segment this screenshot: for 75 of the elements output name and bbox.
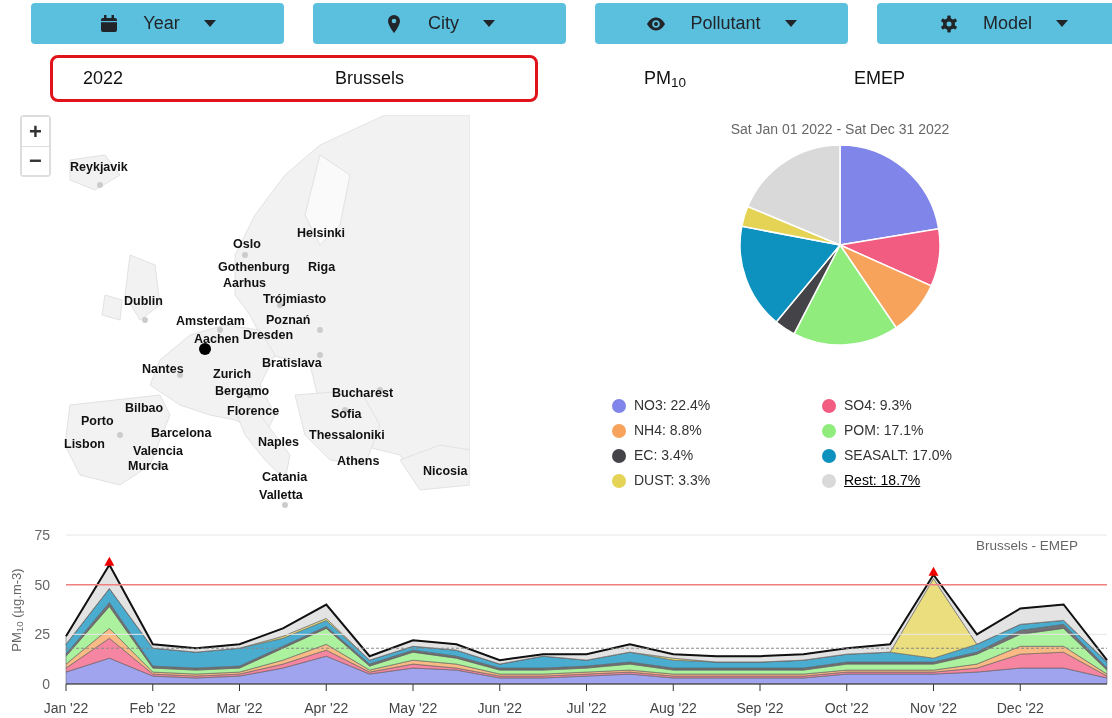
city-label[interactable]: Barcelona <box>151 426 212 440</box>
city-label[interactable]: Catania <box>262 470 308 484</box>
axis-label: Mar '22 <box>216 700 263 716</box>
city-label[interactable]: Zurich <box>213 367 252 381</box>
city-label[interactable]: Oslo <box>233 237 261 251</box>
city-label[interactable]: Florence <box>227 404 280 418</box>
legend-item[interactable]: NH4: 8.8% <box>634 420 702 441</box>
city-label[interactable]: Valletta <box>259 488 303 502</box>
caret-icon <box>203 19 216 28</box>
city-label[interactable]: Athens <box>337 454 380 468</box>
city-label[interactable]: Thessaloniki <box>309 428 385 442</box>
axis-label: Nov '22 <box>910 700 957 716</box>
axis-label: Jan '22 <box>43 700 89 716</box>
axis-label: Jul '22 <box>566 700 607 716</box>
axis-label: Aug '22 <box>649 700 697 716</box>
city-label[interactable]: Amsterdam <box>176 314 245 328</box>
caret-icon <box>483 19 495 28</box>
exceedance-marker <box>928 566 939 576</box>
city-label[interactable]: Bergamo <box>215 384 270 398</box>
city-label[interactable]: Trójmiasto <box>263 292 327 306</box>
city-label[interactable]: Poznań <box>266 313 311 327</box>
selected-value: PM$_{10}$ <box>644 67 688 92</box>
dropdown-button[interactable]: Pollutant <box>595 3 848 44</box>
city-label[interactable]: Murcia <box>128 459 169 473</box>
axis-label: Sep '22 <box>736 700 784 716</box>
axis-label: 0 <box>42 676 50 692</box>
city-label[interactable]: Bratislava <box>262 356 322 370</box>
legend-item[interactable]: Rest: 18.7% <box>844 470 921 491</box>
chart-title: Sat Jan 01 2022 - Sat Dec 31 2022 <box>729 120 951 139</box>
city-label[interactable]: Aarhus <box>223 276 267 290</box>
exceedance-marker <box>104 556 115 566</box>
axis-label: Oct '22 <box>824 700 869 716</box>
city-label[interactable]: Nantes <box>142 362 184 376</box>
zoom-out-button[interactable]: − <box>22 146 49 175</box>
axis-label: 50 <box>34 576 50 593</box>
city-label[interactable]: Nicosia <box>423 464 468 478</box>
axis-label: Apr '22 <box>304 700 349 716</box>
city-label[interactable]: Gothenburg <box>218 260 290 274</box>
caret-icon <box>784 19 797 28</box>
city-label[interactable]: Porto <box>81 414 114 428</box>
caret-icon <box>1056 19 1068 28</box>
city-label[interactable]: Bilbao <box>125 401 164 415</box>
city-label[interactable]: Bucharest <box>332 386 394 400</box>
city-label[interactable]: Aachen <box>194 332 240 346</box>
dropdown-button[interactable]: Year <box>31 3 284 44</box>
axis-label: 25 <box>34 626 50 643</box>
legend-item[interactable]: SO4: 9.3% <box>844 395 912 416</box>
city-label[interactable]: Reykjavik <box>70 160 128 174</box>
city-label[interactable]: Riga <box>308 260 336 274</box>
legend-item[interactable]: DUST: 3.3% <box>634 470 711 491</box>
axis-label: 75 <box>34 527 50 543</box>
dropdown-button[interactable]: Model <box>877 3 1112 44</box>
legend-item[interactable]: NO3: 22.4% <box>634 395 711 416</box>
selected-value: EMEP <box>854 67 905 90</box>
axis-label: Feb '22 <box>129 700 176 716</box>
city-label[interactable]: Lisbon <box>64 437 105 451</box>
pie-slice[interactable] <box>793 244 897 346</box>
city-label[interactable]: Valencia <box>133 444 184 458</box>
selected-value: 2022 <box>82 67 125 90</box>
calendar-icon <box>99 13 120 34</box>
legend-item[interactable]: POM: 17.1% <box>844 420 924 441</box>
city-label[interactable]: Naples <box>258 435 299 449</box>
city-label[interactable]: Dresden <box>243 328 294 342</box>
axis-label: Dec '22 <box>996 700 1044 716</box>
city-label[interactable]: Sofia <box>331 407 362 421</box>
dropdown-button[interactable]: City <box>313 3 566 44</box>
legend-item[interactable]: EC: 3.4% <box>634 445 694 466</box>
city-label[interactable]: Helsinki <box>297 226 345 240</box>
selected-value: Brussels <box>335 67 405 90</box>
pie-slice[interactable] <box>739 225 841 323</box>
legend-item[interactable]: SEASALT: 17.0% <box>844 445 952 466</box>
axis-label: Jun '22 <box>477 700 523 716</box>
settings-icon <box>939 13 959 34</box>
chart-title: Brussels - EMEP <box>975 538 1078 553</box>
axis-label: May '22 <box>388 700 438 716</box>
